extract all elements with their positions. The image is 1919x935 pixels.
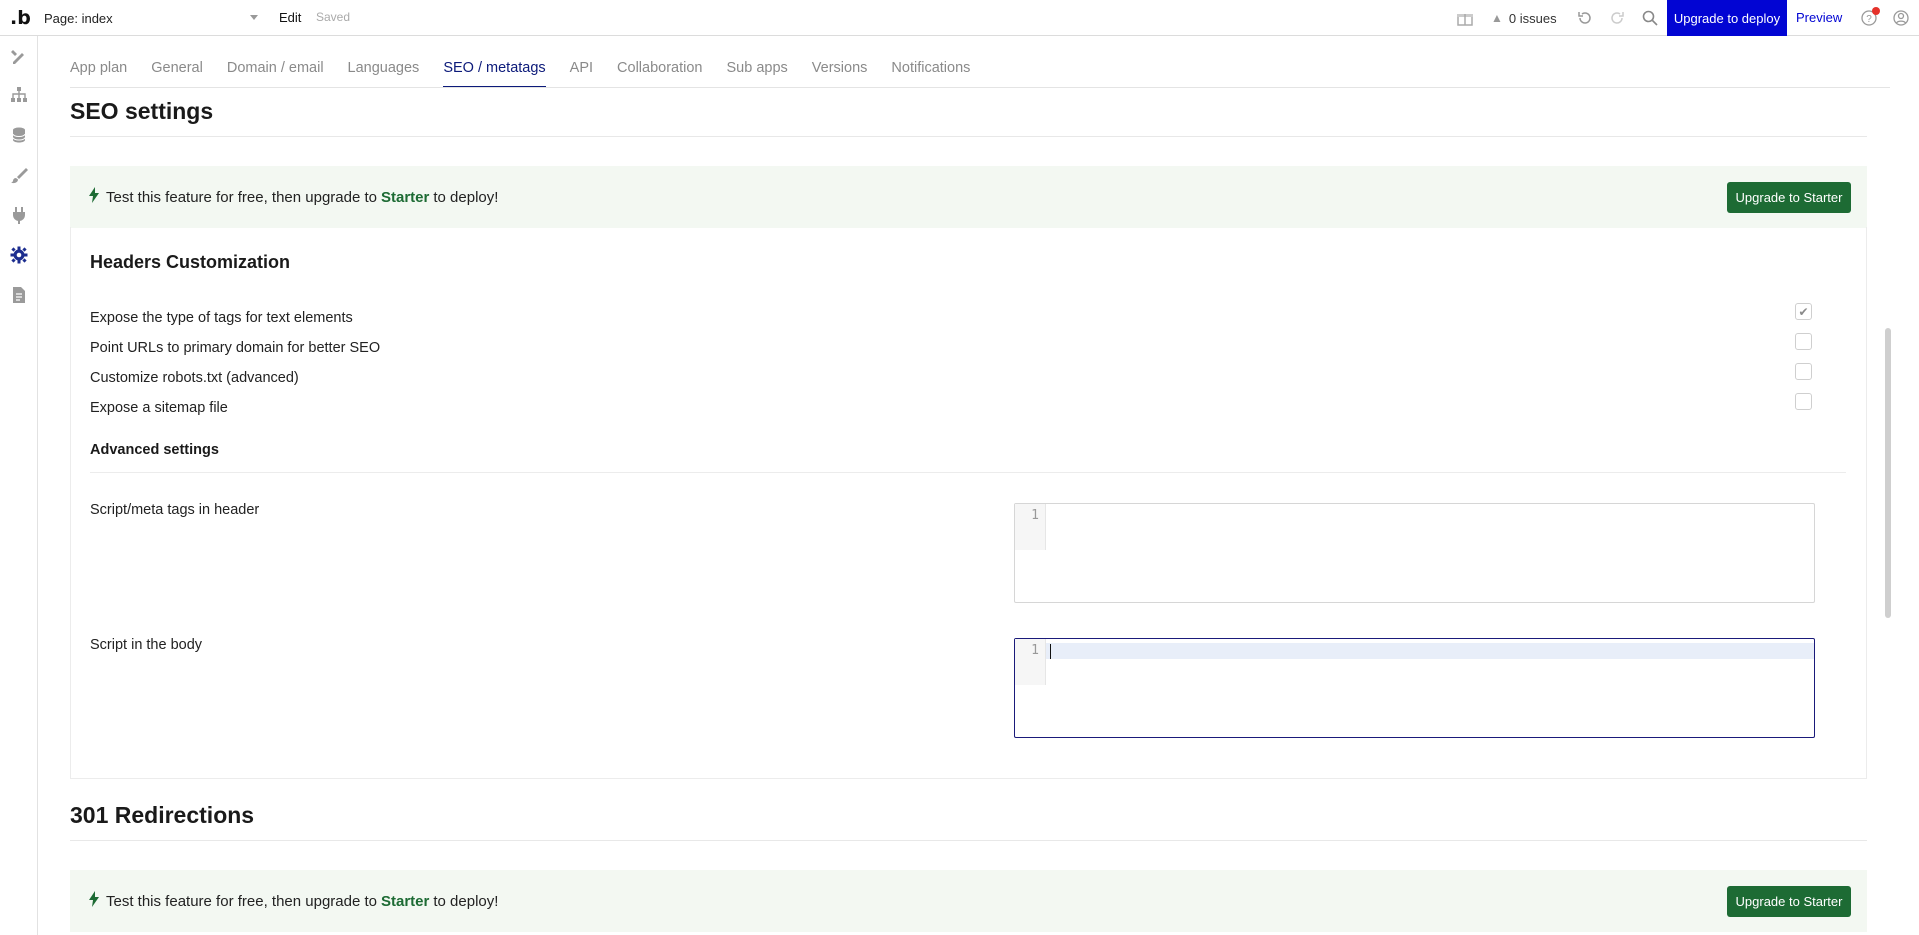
advanced-divider (90, 472, 1846, 473)
banner-text-start: Test this feature for free, then upgrade… (106, 188, 377, 206)
advanced-settings-title: Advanced settings (90, 442, 219, 458)
tab-app-plan[interactable]: App plan (70, 60, 127, 88)
plugin-icon[interactable] (9, 205, 29, 225)
text-cursor (1050, 644, 1051, 659)
redo-icon[interactable] (1607, 8, 1627, 28)
body-script-editor[interactable]: 1 (1014, 638, 1815, 738)
warning-icon: ▲ (1491, 11, 1503, 25)
page-selector-label: Page: index (44, 10, 113, 26)
option-label: Point URLs to primary domain for better … (90, 340, 381, 356)
tab-api[interactable]: API (570, 60, 593, 88)
saved-status: Saved (316, 10, 351, 24)
header-script-label: Script/meta tags in header (90, 502, 260, 518)
account-icon[interactable] (1891, 8, 1911, 28)
settings-gear-icon[interactable] (9, 245, 29, 265)
seo-settings-title: SEO settings (70, 98, 214, 124)
tab-languages[interactable]: Languages (348, 60, 420, 88)
option-customize-robots: Customize robots.txt (advanced) (90, 366, 1816, 390)
issues-count: 0 issues (1508, 10, 1557, 26)
design-tools-icon[interactable] (9, 46, 29, 66)
search-icon[interactable] (1640, 8, 1660, 28)
checkbox-point-urls-primary[interactable] (1795, 333, 1812, 350)
banner-plan-name: Starter (381, 188, 430, 206)
bubble-logo[interactable]: .b (10, 7, 32, 29)
left-sidebar (0, 36, 38, 935)
line-number-gutter: 1 (1015, 639, 1046, 685)
body-script-label: Script in the body (90, 637, 203, 653)
banner-text-start: Test this feature for free, then upgrade… (106, 892, 377, 910)
upgrade-banner-redirections: Test this feature for free, then upgrade… (70, 870, 1867, 932)
checkbox-expose-tag-types[interactable]: ✔ (1795, 303, 1812, 320)
preview-link[interactable]: Preview (1796, 10, 1842, 25)
tabs-divider (70, 87, 1890, 88)
top-bar: .b Page: index Edit Saved ▲ 0 issues Upg… (0, 0, 1919, 36)
lightning-icon (88, 890, 100, 912)
option-label: Expose the type of tags for text element… (90, 310, 353, 326)
section-divider (70, 840, 1867, 841)
gift-icon[interactable] (1455, 8, 1475, 28)
notification-dot (1872, 7, 1880, 15)
lightning-icon (88, 186, 100, 208)
option-label: Customize robots.txt (advanced) (90, 370, 299, 386)
checkbox-expose-sitemap[interactable] (1795, 393, 1812, 410)
tab-notifications[interactable]: Notifications (891, 60, 970, 88)
tab-sub-apps[interactable]: Sub apps (727, 60, 788, 88)
logs-document-icon[interactable] (9, 285, 29, 305)
option-point-urls-primary: Point URLs to primary domain for better … (90, 336, 1816, 360)
settings-tabs: App plan General Domain / email Language… (70, 60, 994, 88)
checkbox-customize-robots[interactable] (1795, 363, 1812, 380)
line-number-gutter: 1 (1015, 504, 1046, 550)
option-expose-tag-types: Expose the type of tags for text element… (90, 306, 1816, 330)
issues-indicator[interactable]: ▲ 0 issues (1491, 8, 1557, 28)
brush-icon[interactable] (9, 165, 29, 185)
tab-versions[interactable]: Versions (812, 60, 868, 88)
tab-seo-metatags[interactable]: SEO / metatags (443, 60, 546, 88)
chevron-down-icon (250, 15, 258, 20)
workflow-icon[interactable] (9, 85, 29, 105)
upgrade-to-starter-button[interactable]: Upgrade to Starter (1727, 182, 1851, 213)
banner-text-end: to deploy! (433, 188, 499, 206)
headers-customization-title: Headers Customization (90, 252, 291, 272)
database-icon[interactable] (9, 125, 29, 145)
upgrade-to-deploy-button[interactable]: Upgrade to deploy (1667, 0, 1787, 36)
tab-collaboration[interactable]: Collaboration (617, 60, 702, 88)
banner-plan-name: Starter (381, 892, 430, 910)
tab-general[interactable]: General (151, 60, 203, 88)
undo-icon[interactable] (1575, 8, 1595, 28)
option-label: Expose a sitemap file (90, 400, 228, 416)
upgrade-banner: Test this feature for free, then upgrade… (70, 166, 1867, 228)
section-divider (70, 136, 1867, 137)
page-selector[interactable]: Page: index (40, 6, 262, 30)
tab-domain-email[interactable]: Domain / email (227, 60, 324, 88)
upgrade-to-starter-button[interactable]: Upgrade to Starter (1727, 886, 1851, 917)
option-expose-sitemap: Expose a sitemap file (90, 396, 1816, 420)
header-script-editor[interactable]: 1 (1014, 503, 1815, 603)
page-scrollbar[interactable] (1885, 328, 1891, 618)
svg-text:?: ? (1866, 14, 1872, 25)
edit-menu[interactable]: Edit (279, 10, 301, 25)
active-line-highlight (1046, 643, 1814, 659)
redirections-title: 301 Redirections (70, 802, 255, 828)
banner-text-end: to deploy! (433, 892, 499, 910)
